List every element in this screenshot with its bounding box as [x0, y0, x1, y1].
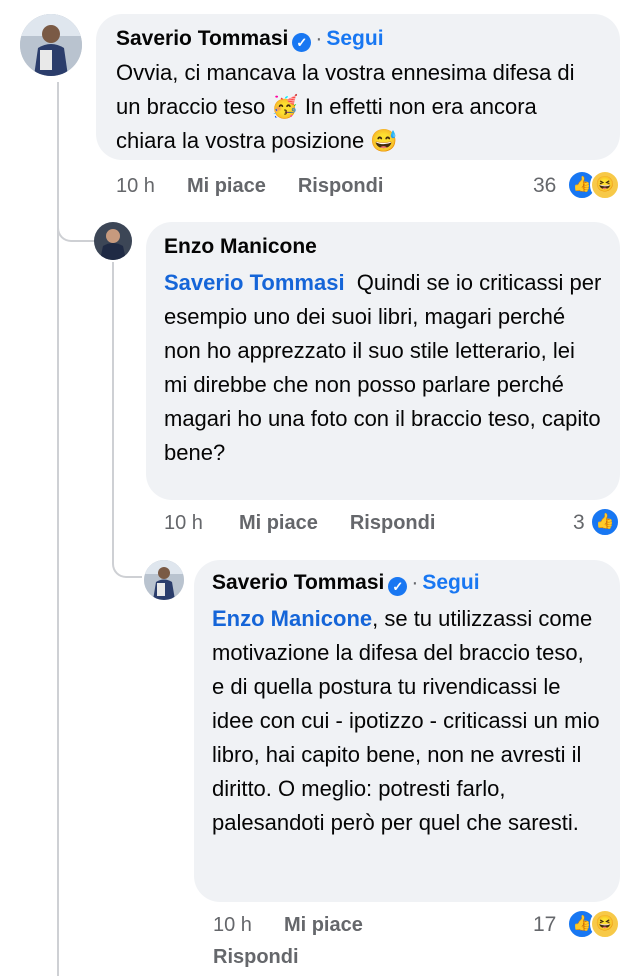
comment-time[interactable]: 10 h	[213, 914, 252, 936]
comment-text: Enzo Manicone, se tu utilizzassi come mo…	[212, 602, 602, 840]
comment-text: Saverio Tommasi Quindi se io criticassi …	[164, 266, 602, 470]
reactions-count[interactable]: 36	[533, 174, 556, 198]
verified-badge-icon: ✓	[292, 33, 312, 52]
separator-dot: ·	[411, 571, 419, 594]
reply-button[interactable]: Rispondi	[350, 512, 436, 534]
avatar[interactable]	[94, 222, 132, 260]
comment-author-line: Saverio Tommasi ✓ · Segui	[212, 570, 602, 596]
profile-photo-icon	[144, 560, 184, 600]
follow-button[interactable]: Segui	[422, 571, 479, 594]
comment-bubble: Enzo Manicone Saverio Tommasi Quindi se …	[146, 222, 620, 500]
reactions-count[interactable]: 3	[573, 511, 585, 535]
reply-button[interactable]: Rispondi	[213, 946, 299, 968]
comment-body: , se tu utilizzassi come motivazione la …	[212, 606, 600, 835]
like-button[interactable]: Mi piace	[239, 512, 318, 534]
author-name[interactable]: Enzo Manicone	[164, 234, 602, 260]
comment-time[interactable]: 10 h	[164, 512, 203, 534]
follow-button[interactable]: Segui	[326, 27, 383, 50]
profile-photo-icon	[94, 222, 132, 260]
like-button[interactable]: Mi piace	[284, 914, 363, 936]
avatar[interactable]	[20, 14, 82, 76]
comment-time[interactable]: 10 h	[116, 175, 155, 197]
verified-badge-icon: ✓	[388, 577, 408, 596]
comment-text: Ovvia, ci mancava la vostra ennesima dif…	[116, 60, 575, 153]
comment-actions: 10 h Mi piace Rispondi	[164, 512, 435, 535]
comment-bubble: Saverio Tommasi ✓ · Segui Ovvia, ci mancava…	[96, 14, 620, 160]
separator-dot: ·	[315, 27, 323, 50]
comment-bubble: Saverio Tommasi ✓ · Segui Enzo Manicone, se…	[194, 560, 620, 902]
reply-button-wrap: Rispondi	[213, 946, 299, 969]
avatar[interactable]	[144, 560, 184, 600]
comment-body: Quindi se io criticassi per esempio uno …	[164, 270, 602, 465]
author-name[interactable]: Saverio Tommasi	[116, 27, 288, 50]
author-name[interactable]: Saverio Tommasi	[212, 571, 384, 594]
comment-actions: 10 h Mi piace	[213, 914, 363, 937]
reactions-count[interactable]: 17	[533, 913, 556, 937]
haha-icon: 😆	[590, 170, 620, 200]
comment-author-line: Saverio Tommasi ✓ · Segui	[116, 26, 600, 52]
like-icon: 👍	[590, 507, 620, 537]
haha-icon: 😆	[590, 909, 620, 939]
thread-connector-reply-2	[112, 548, 142, 578]
mention-link[interactable]: Saverio Tommasi	[164, 270, 345, 295]
thread-line-reply	[112, 262, 114, 562]
like-button[interactable]: Mi piace	[187, 175, 266, 197]
reply-button[interactable]: Rispondi	[298, 175, 384, 197]
mention-link[interactable]: Enzo Manicone	[212, 606, 372, 631]
profile-photo-icon	[20, 14, 82, 76]
thread-connector-reply-1	[57, 212, 95, 242]
comment-actions: 10 h Mi piace Rispondi	[116, 175, 383, 198]
